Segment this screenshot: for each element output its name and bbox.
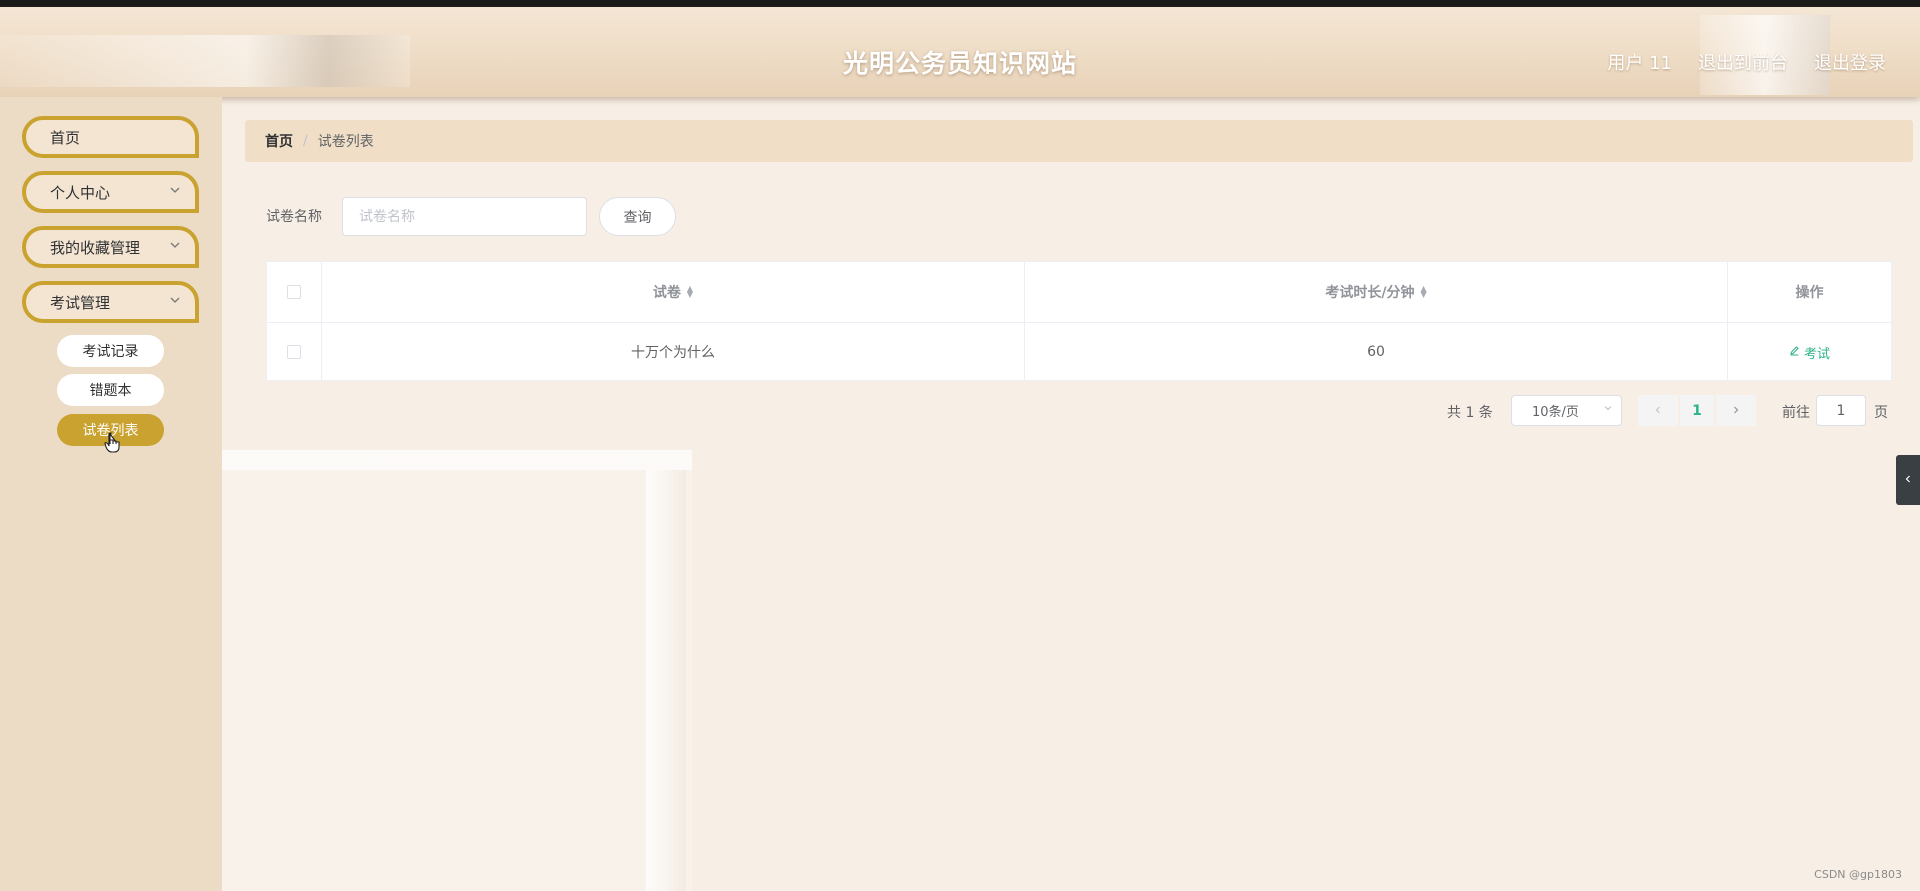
site-header: 光明公务员知识网站 用户 11 退出到前台 退出登录 (0, 7, 1920, 97)
sidebar-item-exam-management[interactable]: 考试管理 (22, 281, 199, 323)
select-all-checkbox[interactable] (287, 285, 301, 299)
paper-table: 试卷 ▲ ▼ 考试时长/分钟 ▲ ▼ 操作 十万个为什么 60 考试 (266, 261, 1892, 381)
page-size-value: 10条/页 (1532, 405, 1579, 420)
duration-cell: 60 (1025, 323, 1728, 381)
sort-icon[interactable]: ▲ ▼ (1420, 285, 1426, 299)
column-header-label: 考试时长/分钟 (1325, 285, 1415, 301)
column-header-label: 操作 (1795, 285, 1824, 301)
current-user-link[interactable]: 用户 11 (1607, 49, 1672, 75)
edit-icon (1789, 345, 1800, 360)
column-header-label: 试卷 (652, 285, 681, 301)
goto-page-input[interactable] (1816, 395, 1866, 426)
sidebar: 首页 个人中心 我的收藏管理 考试管理 考试记录 错题本 试卷列表 (0, 97, 222, 891)
sidebar-item-label: 考试管理 (50, 293, 111, 312)
sidebar-item-label: 个人中心 (50, 183, 111, 202)
sidebar-item-personal-center[interactable]: 个人中心 (22, 171, 199, 213)
column-header-actions: 操作 (1728, 262, 1891, 322)
prev-page-button[interactable] (1638, 395, 1678, 426)
next-page-button[interactable] (1716, 395, 1756, 426)
page-size-select[interactable]: 10条/页 (1511, 395, 1622, 426)
take-exam-button[interactable]: 考试 (1789, 343, 1830, 362)
logout-link[interactable]: 退出登录 (1814, 49, 1886, 75)
row-select-cell (267, 323, 322, 381)
breadcrumb-separator: / (303, 133, 308, 149)
chevron-left-icon (1904, 473, 1912, 487)
table-row: 十万个为什么 60 考试 (267, 323, 1891, 381)
sidebar-item-favorites[interactable]: 我的收藏管理 (22, 226, 199, 268)
select-all-cell (267, 262, 322, 322)
sidebar-subitem-wrong-questions[interactable]: 错题本 (57, 374, 164, 406)
window-top-edge (0, 0, 1920, 7)
chevron-down-icon (169, 184, 181, 199)
sidebar-item-label: 我的收藏管理 (50, 238, 141, 257)
background-decoration (646, 470, 686, 891)
hand-cursor-icon (104, 432, 122, 459)
chevron-down-icon (1603, 403, 1613, 416)
table-header-row: 试卷 ▲ ▼ 考试时长/分钟 ▲ ▼ 操作 (267, 262, 1891, 323)
header-links: 用户 11 退出到前台 退出登录 (1607, 49, 1886, 75)
page-number-button[interactable]: 1 (1680, 395, 1714, 426)
take-exam-label: 考试 (1803, 346, 1830, 362)
paper-name-cell: 十万个为什么 (322, 323, 1025, 381)
row-checkbox[interactable] (287, 345, 301, 359)
column-header-paper[interactable]: 试卷 ▲ ▼ (322, 262, 1025, 322)
chevron-right-icon (1731, 403, 1741, 419)
sort-icon[interactable]: ▲ ▼ (687, 285, 693, 299)
chevron-down-icon (169, 294, 181, 309)
collapse-panel-tab[interactable] (1896, 455, 1920, 505)
goto-label: 前往 (1782, 405, 1810, 421)
search-button[interactable]: 查询 (599, 197, 676, 236)
actions-cell: 考试 (1728, 323, 1891, 381)
background-decoration (222, 450, 692, 891)
breadcrumb-home[interactable]: 首页 (265, 131, 293, 151)
sidebar-item-label: 首页 (50, 128, 81, 147)
page-suffix-label: 页 (1874, 405, 1888, 421)
sidebar-item-home[interactable]: 首页 (22, 116, 199, 158)
chevron-left-icon (1653, 403, 1663, 419)
pagination-total: 共 1 条 (1447, 405, 1493, 421)
back-to-frontend-link[interactable]: 退出到前台 (1698, 49, 1788, 75)
search-label: 试卷名称 (266, 209, 322, 225)
sidebar-subitem-exam-records[interactable]: 考试记录 (57, 335, 164, 367)
column-header-duration[interactable]: 考试时长/分钟 ▲ ▼ (1025, 262, 1728, 322)
paper-name-search-input[interactable] (342, 197, 587, 236)
breadcrumb-current: 试卷列表 (317, 134, 374, 150)
watermark: CSDN @gp1803 (1814, 868, 1902, 881)
chevron-down-icon (169, 239, 181, 254)
breadcrumb: 首页 / 试卷列表 (245, 120, 1913, 162)
